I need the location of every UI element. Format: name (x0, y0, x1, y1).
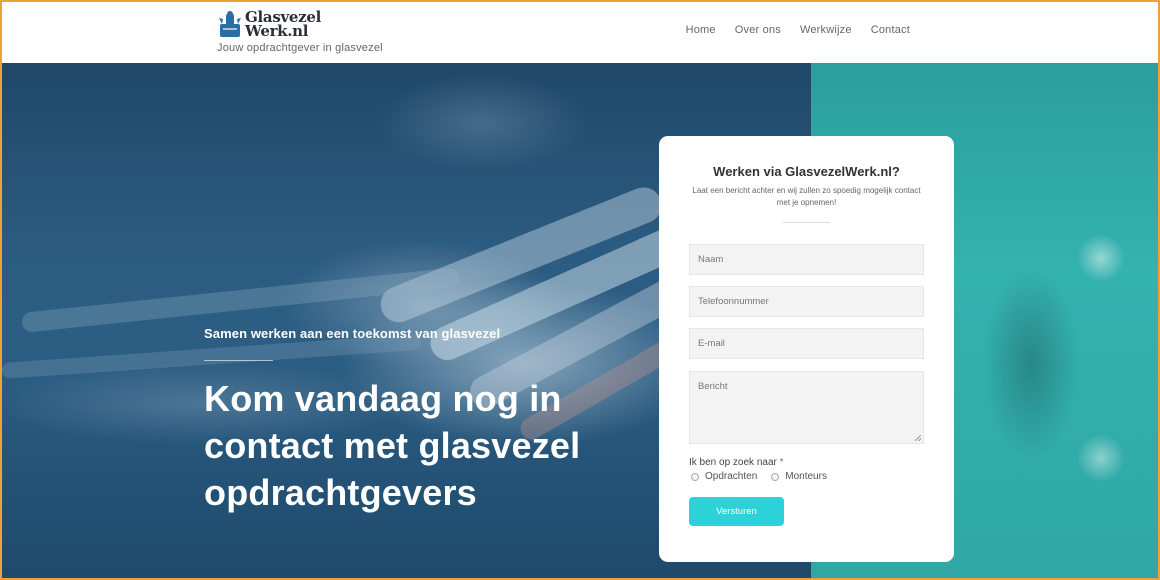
hero-subtitle: Samen werken aan een toekomst van glasve… (204, 326, 501, 341)
phone-field[interactable]: Telefoonnummer (689, 286, 924, 317)
name-placeholder: Naam (698, 254, 724, 265)
form-description: Laat een bericht achter en wij zullen zo… (692, 186, 921, 207)
nav-werkwijze[interactable]: Werkwijze (800, 24, 852, 36)
form-divider (783, 222, 830, 223)
logo-text: Glasvezel Werk.nl (245, 10, 321, 40)
logo[interactable]: Glasvezel Werk.nl (217, 10, 321, 40)
required-mark: * (779, 457, 784, 468)
radio-group-label: Ik ben op zoek naar * (689, 457, 784, 468)
email-placeholder: E-mail (698, 338, 725, 349)
radio-group: Opdrachten Monteurs (691, 471, 827, 482)
message-placeholder: Bericht (698, 381, 728, 392)
nav-over-ons[interactable]: Over ons (735, 24, 781, 36)
message-field[interactable]: Bericht (689, 371, 924, 444)
radio-monteurs-label[interactable]: Monteurs (785, 471, 827, 482)
radio-opdrachten[interactable] (691, 472, 699, 481)
radio-monteurs[interactable] (771, 472, 780, 481)
logo-icon (219, 11, 241, 37)
nav-home[interactable]: Home (686, 24, 716, 36)
contact-form-card: Werken via GlasvezelWerk.nl? Laat een be… (659, 136, 954, 562)
email-field[interactable]: E-mail (689, 328, 924, 359)
hero-section: Samen werken aan een toekomst van glasve… (2, 63, 1158, 578)
phone-placeholder: Telefoonnummer (698, 296, 769, 307)
hero-title: Kom vandaag nog in contact met glasvezel… (204, 378, 581, 513)
nav-contact[interactable]: Contact (871, 24, 910, 36)
name-field[interactable]: Naam (689, 244, 924, 275)
tagline: Jouw opdrachtgever in glasvezel (217, 42, 383, 54)
form-title: Werken via GlasvezelWerk.nl? (713, 164, 900, 179)
submit-button[interactable]: Versturen (689, 497, 784, 526)
radio-opdrachten-label[interactable]: Opdrachten (705, 471, 757, 482)
radio-group-label-text: Ik ben op zoek naar (689, 457, 777, 468)
site-header: Glasvezel Werk.nl Jouw opdrachtgever in … (2, 2, 1158, 63)
main-nav: Home Over ons Werkwijze Contact (686, 24, 910, 36)
logo-line2: Werk.nl (245, 22, 309, 40)
resize-handle-icon[interactable] (915, 435, 921, 441)
hero-divider (204, 360, 273, 361)
